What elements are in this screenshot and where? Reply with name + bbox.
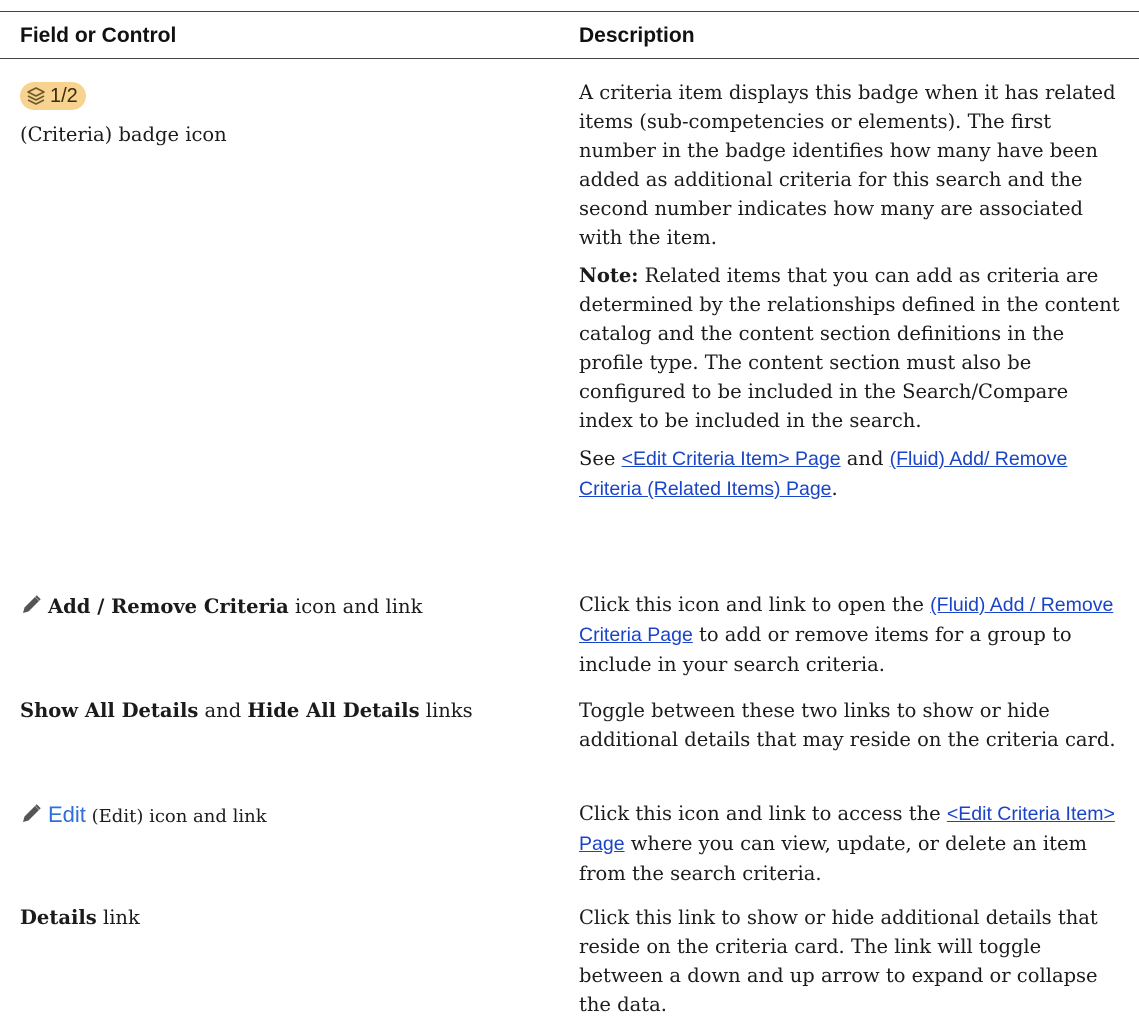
add-remove-rest: icon and link: [288, 595, 423, 618]
row-details-description: Click this link to show or hide addition…: [579, 906, 1098, 1016]
add-remove-desc-prefix: Click this icon and link to open the: [579, 593, 931, 616]
column-header-description: Description: [579, 24, 695, 47]
note-label: Note:: [579, 264, 639, 287]
row-add-remove-description: Click this icon and link to open the (Fl…: [579, 590, 1127, 679]
row-badge-description: A criteria item displays this badge when…: [579, 78, 1127, 513]
badge-count: 1/2: [50, 84, 78, 107]
badge-description-text: A criteria item displays this badge when…: [579, 81, 1116, 249]
note-text: Related items that you can add as criter…: [579, 264, 1120, 432]
edit-desc-prefix: Click this icon and link to access the: [579, 802, 947, 825]
badge-control-label: (Criteria) badge icon: [20, 123, 227, 146]
edit-control-rest: (Edit) icon and link: [85, 806, 267, 827]
link-edit-criteria-item[interactable]: <Edit Criteria Item> Page: [622, 448, 841, 470]
row-show-hide-control: Show All Details and Hide All Details li…: [20, 696, 560, 725]
details-rest: link: [96, 906, 140, 929]
see-suffix: .: [831, 477, 838, 500]
layers-icon: [26, 86, 46, 106]
pencil-icon: [20, 803, 42, 833]
row-show-hide-description: Toggle between these two links to show o…: [579, 699, 1116, 751]
add-remove-label: Add / Remove Criteria: [48, 595, 289, 618]
details-label: Details: [20, 906, 97, 929]
show-all-label: Show All Details: [20, 699, 199, 722]
row-badge-control: 1/2 (Criteria) badge icon: [20, 82, 560, 149]
header-top-rule: [0, 11, 1139, 12]
header-bottom-rule: [0, 58, 1139, 59]
criteria-badge: 1/2: [20, 82, 86, 110]
hide-all-label: Hide All Details: [247, 699, 420, 722]
edit-link-sample: Edit: [48, 802, 86, 827]
see-prefix: See: [579, 447, 622, 470]
column-header-field: Field or Control: [20, 24, 177, 47]
row-edit-description: Click this icon and link to access the <…: [579, 799, 1127, 888]
show-hide-and: and: [198, 699, 248, 722]
show-hide-rest: links: [419, 699, 473, 722]
see-and: and: [840, 447, 890, 470]
edit-desc-suffix: where you can view, update, or delete an…: [579, 832, 1088, 885]
badge-note: Note: Related items that you can add as …: [579, 261, 1127, 435]
row-details-control: Details link: [20, 903, 560, 932]
badge-see-also: See <Edit Criteria Item> Page and (Fluid…: [579, 444, 1127, 504]
pencil-icon: [20, 594, 42, 624]
row-add-remove-control: Add / Remove Criteria icon and link: [20, 592, 560, 624]
row-edit-control: Edit (Edit) icon and link: [20, 800, 560, 833]
